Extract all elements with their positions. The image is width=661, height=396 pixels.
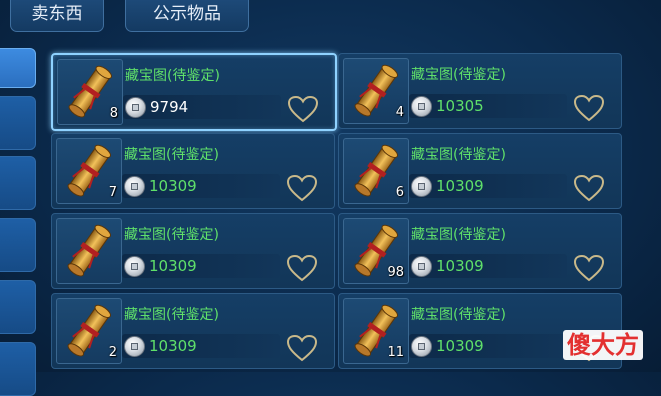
- silver-coin-icon: [411, 176, 432, 197]
- item-thumbnail: 98: [343, 218, 409, 284]
- silver-coin-icon: [125, 97, 146, 118]
- price-bar: 10309: [409, 334, 567, 358]
- item-thumbnail: 8: [57, 59, 123, 125]
- item-count: 2: [108, 345, 117, 360]
- sidebar-button-6[interactable]: [0, 342, 36, 396]
- sidebar-button-1[interactable]: [0, 48, 36, 88]
- heart-icon[interactable]: [286, 254, 318, 282]
- scroll-icon: [67, 224, 111, 277]
- silver-coin-icon: [124, 176, 145, 197]
- heart-icon[interactable]: [573, 174, 605, 202]
- item-card[interactable]: 藏宝图(待鉴定) 10309: [51, 213, 335, 289]
- watermark-logo: 傻大方: [563, 330, 643, 360]
- item-name: 藏宝图(待鉴定): [125, 68, 220, 84]
- item-count: 98: [387, 265, 404, 280]
- item-card[interactable]: 8 藏宝图(待鉴定) 9794: [51, 53, 337, 131]
- item-price: 10309: [149, 337, 197, 355]
- silver-coin-icon: [411, 256, 432, 277]
- item-price: 10305: [436, 97, 484, 115]
- heart-icon[interactable]: [286, 334, 318, 362]
- item-count: 11: [387, 345, 404, 360]
- item-name: 藏宝图(待鉴定): [124, 307, 219, 323]
- price-bar: 10309: [122, 174, 280, 198]
- item-thumbnail: 4: [343, 58, 409, 124]
- item-name: 藏宝图(待鉴定): [411, 147, 506, 163]
- item-count: 4: [395, 105, 404, 120]
- item-price: 10309: [149, 177, 197, 195]
- item-count: 8: [109, 106, 118, 121]
- price-bar: 10305: [409, 94, 567, 118]
- price-bar: 10309: [409, 254, 567, 278]
- item-card[interactable]: 98 藏宝图(待鉴定) 10309: [338, 213, 622, 289]
- item-name: 藏宝图(待鉴定): [411, 307, 506, 323]
- price-bar: 10309: [122, 254, 280, 278]
- heart-icon[interactable]: [287, 95, 319, 123]
- item-name: 藏宝图(待鉴定): [124, 147, 219, 163]
- silver-coin-icon: [124, 256, 145, 277]
- tab-sell[interactable]: 卖东西: [10, 0, 104, 32]
- item-count: 6: [395, 185, 404, 200]
- silver-coin-icon: [411, 336, 432, 357]
- item-price: 10309: [149, 257, 197, 275]
- item-price: 10309: [436, 337, 484, 355]
- item-price: 9794: [150, 98, 189, 116]
- sidebar-button-2[interactable]: [0, 96, 36, 150]
- price-bar: 9794: [123, 95, 281, 119]
- item-thumbnail: 7: [56, 138, 122, 204]
- item-name: 藏宝图(待鉴定): [411, 227, 506, 243]
- item-thumbnail: [56, 218, 122, 284]
- item-thumbnail: 6: [343, 138, 409, 204]
- heart-icon[interactable]: [573, 254, 605, 282]
- item-name: 藏宝图(待鉴定): [124, 227, 219, 243]
- item-thumbnail: 2: [56, 298, 122, 364]
- item-card[interactable]: 4 藏宝图(待鉴定) 10305: [338, 53, 622, 129]
- item-card[interactable]: 6 藏宝图(待鉴定) 10309: [338, 133, 622, 209]
- silver-coin-icon: [124, 336, 145, 357]
- item-name: 藏宝图(待鉴定): [411, 67, 506, 83]
- sidebar-button-3[interactable]: [0, 156, 36, 210]
- silver-coin-icon: [411, 96, 432, 117]
- sidebar-button-4[interactable]: [0, 218, 36, 272]
- heart-icon[interactable]: [573, 94, 605, 122]
- item-price: 10309: [436, 257, 484, 275]
- price-bar: 10309: [409, 174, 567, 198]
- item-thumbnail: 11: [343, 298, 409, 364]
- item-count: 7: [108, 185, 117, 200]
- item-card[interactable]: 2 藏宝图(待鉴定) 10309: [51, 293, 335, 369]
- item-price: 10309: [436, 177, 484, 195]
- sidebar-button-5[interactable]: [0, 280, 36, 334]
- tab-public-items[interactable]: 公示物品: [125, 0, 249, 32]
- price-bar: 10309: [122, 334, 280, 358]
- heart-icon[interactable]: [286, 174, 318, 202]
- item-card[interactable]: 7 藏宝图(待鉴定) 10309: [51, 133, 335, 209]
